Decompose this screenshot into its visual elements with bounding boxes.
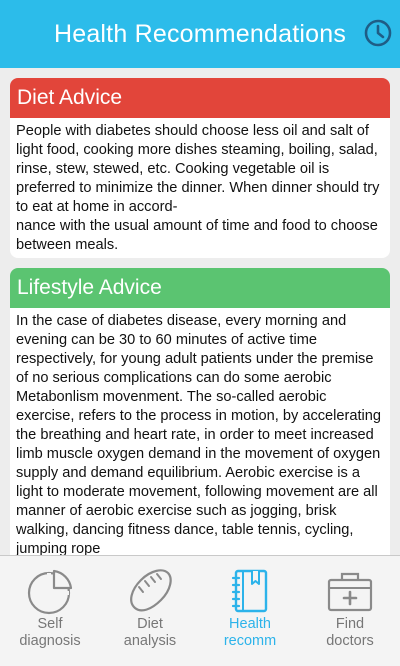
lifestyle-advice-title: Lifestyle Advice [10,268,390,308]
tab-diet-analysis-label-2: analysis [123,633,177,649]
tab-health-recomm-label-2: recomm [223,633,277,649]
bread-icon [130,569,172,612]
tab-find-doctors-label-2: doctors [326,633,374,649]
lifestyle-advice-paragraph: In the case of diabetes disease, every m… [16,313,382,555]
tab-self-diagnosis-label-2: diagnosis [19,633,81,649]
diet-advice-paragraph: People with diabetes should choose less … [16,123,380,253]
tab-self-diagnosis-label-1: Self [37,616,63,632]
diet-advice-title: Diet Advice [10,78,390,118]
bottom-tab-bar: Self diagnosis Diet analysis Health reco… [0,555,400,666]
tab-self-diagnosis[interactable]: Self diagnosis [0,556,100,666]
history-button[interactable] [362,17,394,49]
diet-advice-card: Diet Advice People with diabetes should … [10,78,390,258]
lifestyle-advice-text: In the case of diabetes disease, every m… [10,308,390,555]
notebook-icon [231,569,268,613]
page-title: Health Recommendations [53,20,347,48]
medical-kit-icon [327,572,373,612]
tab-find-doctors-label-1: Find [335,616,365,632]
recommendations-scroll-area[interactable]: Diet Advice People with diabetes should … [0,68,400,555]
pie-chart-icon [27,569,73,615]
diet-advice-text: People with diabetes should choose less … [10,118,390,255]
tab-diet-analysis[interactable]: Diet analysis [100,556,200,666]
tab-health-recomm[interactable]: Health recomm [200,556,300,666]
tab-diet-analysis-label-1: Diet [137,616,163,632]
tab-health-recomm-label-1: Health [229,616,271,632]
clock-icon [364,19,392,47]
header-bar: Health Recommendations [0,0,400,68]
tab-find-doctors[interactable]: Find doctors [300,556,400,666]
lifestyle-advice-card: Lifestyle Advice In the case of diabetes… [10,268,390,555]
